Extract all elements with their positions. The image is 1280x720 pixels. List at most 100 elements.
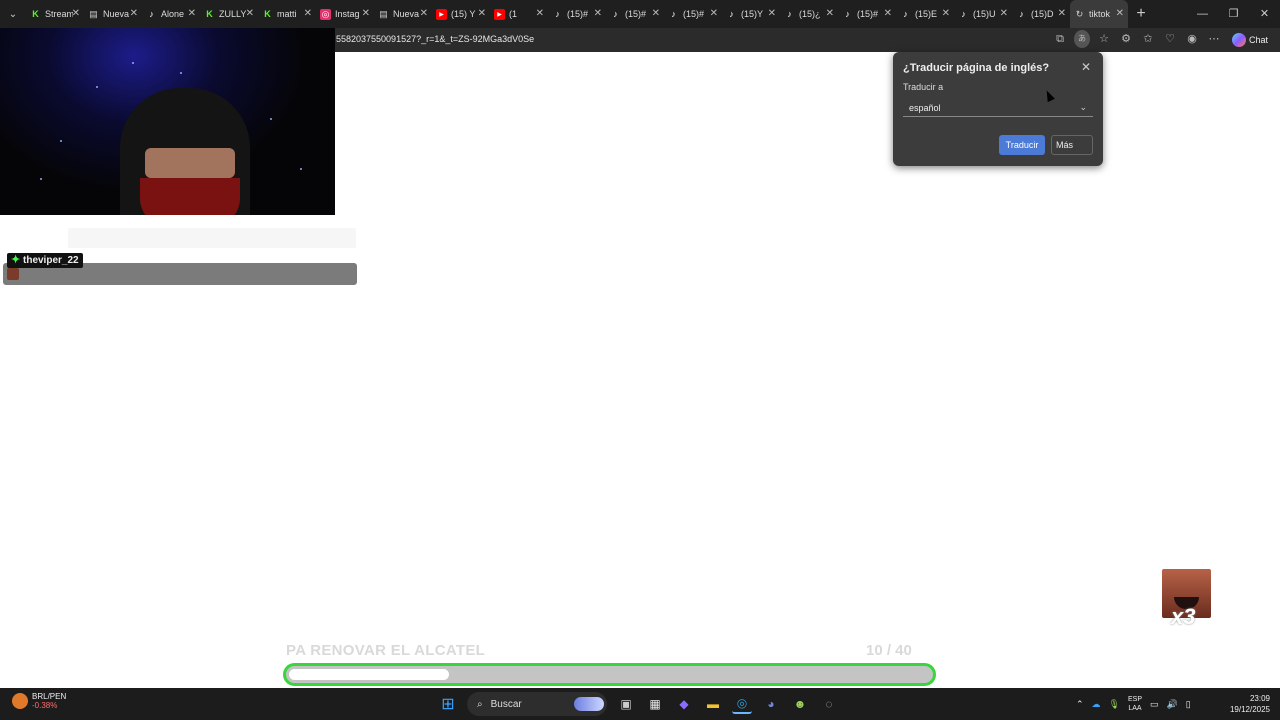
edge-browser-icon[interactable]: ◎ <box>732 694 752 714</box>
file-explorer-icon[interactable]: ▬ <box>703 694 723 714</box>
browser-tab[interactable]: ♪ (15)# ✕ <box>548 0 606 28</box>
tab-close-icon[interactable]: ✕ <box>652 8 660 19</box>
browser-tab[interactable]: ▶ (15) Y ✕ <box>432 0 490 28</box>
browser-tab[interactable]: ♪ (15)# ✕ <box>838 0 896 28</box>
tab-close-icon[interactable]: ✕ <box>826 8 834 19</box>
tab-close-icon[interactable]: ✕ <box>536 8 544 19</box>
search-placeholder: Buscar <box>490 698 522 710</box>
profile-avatar-icon[interactable]: ◉ <box>1184 30 1200 48</box>
browser-tab[interactable]: ♪ (15)# ✕ <box>664 0 722 28</box>
more-button[interactable]: Más <box>1051 135 1093 155</box>
browser-tab[interactable]: ♪ (15)E ✕ <box>896 0 954 28</box>
open-in-app-icon[interactable]: ⧉ <box>1052 30 1068 48</box>
tab-close-icon[interactable]: ✕ <box>478 8 486 19</box>
discord-icon[interactable]: ◕ <box>761 694 781 714</box>
tab-close-icon[interactable]: ✕ <box>362 8 370 19</box>
tab-close-icon[interactable]: ✕ <box>246 8 254 19</box>
translate-button[interactable]: Traducir <box>999 135 1045 155</box>
browser-tab[interactable]: ◎ Instag ✕ <box>316 0 374 28</box>
browser-tab[interactable]: ♪ (15)D ✕ <box>1012 0 1070 28</box>
username-label: theviper_22 <box>23 255 79 266</box>
streamer-mask <box>140 178 240 215</box>
windows-taskbar: BRL/PEN -0.38% ⊞ ⌕ Buscar ▣ ▦ ◆ ▬ ◎ ◕ ☻ … <box>0 688 1280 720</box>
tab-close-icon[interactable]: ✕ <box>420 8 428 19</box>
language-select[interactable]: español ⌄ <box>903 99 1093 117</box>
network-icon[interactable]: ▭ <box>1150 699 1159 710</box>
show-hidden-icons-icon[interactable]: ⌃ <box>1076 699 1084 710</box>
tab-close-icon[interactable]: ✕ <box>594 8 602 19</box>
extensions-icon[interactable]: ⚙ <box>1118 30 1134 48</box>
browser-tab[interactable]: ▤ Nueva ✕ <box>84 0 142 28</box>
tab-label: Alone <box>161 9 185 19</box>
app-icon[interactable]: ☻ <box>790 694 810 714</box>
browser-tab[interactable]: ♪ Alone ✕ <box>142 0 200 28</box>
store-icon[interactable]: ▦ <box>645 694 665 714</box>
browser-tab[interactable]: ♪ (15)¿ ✕ <box>780 0 838 28</box>
browser-tab[interactable]: ▶ (1 ✕ <box>490 0 548 28</box>
tiktok-icon: ♪ <box>613 9 618 19</box>
translate-popup: ¿Traducir página de inglés? ✕ Traducir a… <box>893 52 1103 166</box>
starlight-dot <box>180 72 182 74</box>
more-menu-icon[interactable]: ⋯ <box>1206 30 1222 48</box>
tab-label: (15) Y <box>451 9 476 19</box>
system-tray: ⌃ ☁ 🎙 ESP LAA ▭ 🔊 ▯ <box>1076 688 1191 720</box>
battery-icon[interactable]: ▯ <box>1186 699 1191 710</box>
goal-title: PA RENOVAR EL ALCATEL <box>286 642 486 659</box>
tiktok-icon: ♪ <box>149 9 154 19</box>
onedrive-icon[interactable]: ☁ <box>1092 699 1101 710</box>
tab-close-icon[interactable]: ✕ <box>884 8 892 19</box>
browser-tab[interactable]: K Stream ✕ <box>26 0 84 28</box>
taskbar-clock[interactable]: 23:09 19/12/2025 <box>1222 693 1270 715</box>
tab-label: (15)E <box>915 9 938 19</box>
browser-tab[interactable]: K ZULLY ✕ <box>200 0 258 28</box>
browser-tab[interactable]: ♪ (15)# ✕ <box>606 0 664 28</box>
close-window-icon[interactable]: ✕ <box>1249 0 1280 28</box>
translate-icon[interactable]: あ <box>1074 30 1090 48</box>
browser-tab[interactable]: ♪ (15)Y ✕ <box>722 0 780 28</box>
tab-close-icon[interactable]: ✕ <box>72 8 80 19</box>
minimize-icon[interactable]: — <box>1187 0 1218 28</box>
chevron-down-icon: ⌄ <box>1079 102 1087 112</box>
favorite-star-icon[interactable]: ☆ <box>1096 30 1112 48</box>
windows-start-icon[interactable]: ⊞ <box>438 694 458 714</box>
browser-tab[interactable]: ↻ tiktok ✕ <box>1070 0 1128 28</box>
translate-popup-title: ¿Traducir página de inglés? <box>903 62 1050 74</box>
browser-tab[interactable]: ♪ (15)U ✕ <box>954 0 1012 28</box>
task-view-icon[interactable]: ▣ <box>616 694 636 714</box>
new-tab-button[interactable]: + <box>1128 5 1154 23</box>
browser-tab[interactable]: Kmatti ✕ <box>258 0 316 28</box>
tab-label: (15)# <box>683 9 705 19</box>
microphone-icon[interactable]: 🎙 <box>1109 699 1120 710</box>
tab-close-icon[interactable]: ✕ <box>304 8 312 19</box>
tab-close-icon[interactable]: ✕ <box>1058 8 1066 19</box>
close-icon[interactable]: ✕ <box>1081 60 1091 74</box>
stock-widget[interactable]: BRL/PEN -0.38% <box>12 692 66 710</box>
tab-close-icon[interactable]: ✕ <box>130 8 138 19</box>
tab-close-icon[interactable]: ✕ <box>1116 8 1124 19</box>
volume-icon[interactable]: 🔊 <box>1167 699 1178 710</box>
tab-label: (15)U <box>973 9 996 19</box>
tab-close-icon[interactable]: ✕ <box>942 8 950 19</box>
tab-close-icon[interactable]: ✕ <box>1000 8 1008 19</box>
taskbar-search[interactable]: ⌕ Buscar <box>467 692 607 716</box>
chat-placeholder-area <box>68 228 356 248</box>
tab-close-icon[interactable]: ✕ <box>188 8 196 19</box>
favorites-icon[interactable]: ✩ <box>1140 30 1156 48</box>
webcam-feed <box>0 28 335 215</box>
restore-icon[interactable]: ❐ <box>1218 0 1249 28</box>
copilot-chat-button[interactable]: Chat <box>1232 31 1268 49</box>
url-text[interactable]: 55820375500915​27?_r=1&_t=ZS-92MGa3dV0Se <box>336 34 534 44</box>
tab-actions-menu-icon[interactable]: ⌄ <box>0 0 26 28</box>
kick-icon: K <box>206 9 213 19</box>
tab-close-icon[interactable]: ✕ <box>710 8 718 19</box>
browser-tab[interactable]: ▤ Nueva ✕ <box>374 0 432 28</box>
copilot-app-icon[interactable]: ◆ <box>674 694 694 714</box>
input-language[interactable]: ESP LAA <box>1128 695 1142 713</box>
copilot-icon <box>1232 33 1246 47</box>
tab-close-icon[interactable]: ✕ <box>768 8 776 19</box>
tiktok-icon: ♪ <box>961 9 966 19</box>
browser-essentials-icon[interactable]: ♡ <box>1162 30 1178 48</box>
youtube-icon: ▶ <box>494 8 505 20</box>
recorder-app-icon[interactable]: ◌ <box>819 694 839 714</box>
goal-progress-bar <box>283 663 936 686</box>
